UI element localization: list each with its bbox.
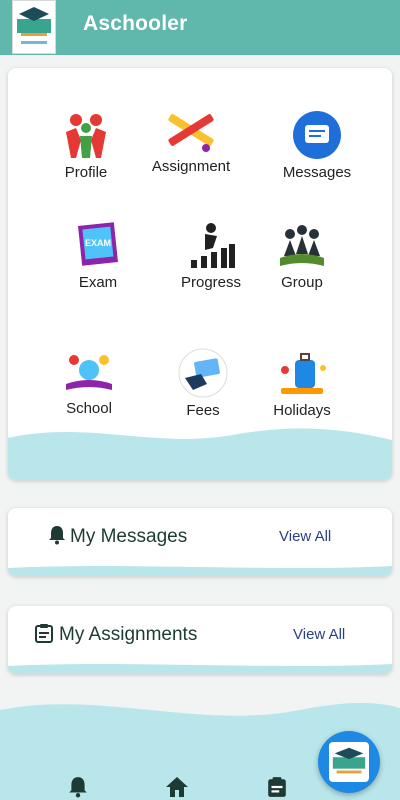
message-bubble-icon xyxy=(293,111,341,159)
menu-grid-card: Profile Assignment Messages EXAM Exam Pr… xyxy=(8,68,392,480)
grid-item-label: Exam xyxy=(78,274,118,291)
school-logo[interactable] xyxy=(12,0,56,54)
nav-home-icon[interactable] xyxy=(165,776,189,798)
school-globe-icon xyxy=(66,355,112,390)
app-bar: Aschooler xyxy=(0,0,400,55)
grid-item-exam[interactable]: EXAM Exam xyxy=(43,220,153,291)
grid-item-messages[interactable]: Messages xyxy=(262,110,372,181)
exam-paper-icon: EXAM xyxy=(78,222,118,266)
grid-item-label: Messages xyxy=(282,164,352,181)
family-icon xyxy=(66,114,106,158)
card-wave-decoration xyxy=(8,428,392,480)
clipboard-icon xyxy=(35,624,53,643)
fab-school-button[interactable] xyxy=(318,731,380,793)
grid-item-label: Profile xyxy=(64,164,108,181)
grid-item-label: School xyxy=(66,400,112,417)
app-title: Aschooler xyxy=(83,12,188,35)
my-messages-card: My Messages View All xyxy=(8,508,392,576)
group-book-icon xyxy=(280,225,324,266)
nav-notifications-bell-icon[interactable] xyxy=(68,776,88,798)
card-wave-decoration xyxy=(8,566,392,576)
grid-item-school[interactable]: School xyxy=(34,350,144,417)
card-payment-icon xyxy=(178,348,228,398)
my-messages-title: My Messages xyxy=(70,526,188,547)
nav-assignments-clipboard-icon[interactable] xyxy=(266,776,288,798)
grid-item-assignment[interactable]: Assignment xyxy=(136,106,246,175)
svg-text:EXAM: EXAM xyxy=(85,238,111,248)
my-assignments-card: My Assignments View All xyxy=(8,606,392,674)
luggage-icon xyxy=(281,353,326,394)
messages-view-all-link[interactable]: View All xyxy=(279,528,331,545)
my-assignments-title: My Assignments xyxy=(59,624,198,645)
grid-item-fees[interactable]: Fees xyxy=(148,348,258,419)
grid-item-label: Fees xyxy=(186,402,220,419)
grid-item-label: Holidays xyxy=(273,402,331,419)
pencil-brush-icon xyxy=(168,114,214,152)
grid-item-holidays[interactable]: Holidays xyxy=(247,350,357,419)
grid-item-group[interactable]: Group xyxy=(247,220,357,291)
card-wave-decoration xyxy=(8,664,392,674)
grid-item-profile[interactable]: Profile xyxy=(31,110,141,181)
fab-school-logo xyxy=(329,742,369,782)
bell-icon xyxy=(49,526,65,545)
grid-item-label: Group xyxy=(281,274,323,291)
assignments-view-all-link[interactable]: View All xyxy=(293,626,345,643)
progress-stairs-icon xyxy=(191,223,235,268)
grid-item-label: Assignment xyxy=(151,158,231,175)
